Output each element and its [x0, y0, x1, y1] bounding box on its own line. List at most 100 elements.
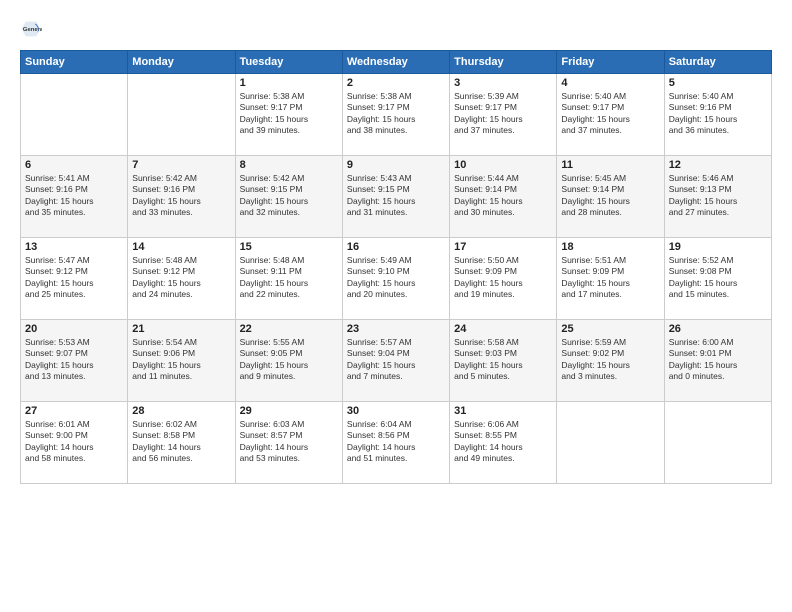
day-info: Sunrise: 5:44 AM Sunset: 9:14 PM Dayligh…	[454, 173, 552, 219]
day-number: 1	[240, 77, 338, 89]
day-number: 10	[454, 159, 552, 171]
day-cell: 24 Sunrise: 5:58 AM Sunset: 9:03 PM Dayli…	[450, 320, 557, 402]
day-info: Sunrise: 6:01 AM Sunset: 9:00 PM Dayligh…	[25, 419, 123, 465]
day-number: 17	[454, 241, 552, 253]
weekday-header-saturday: Saturday	[664, 51, 771, 74]
day-number: 11	[561, 159, 659, 171]
weekday-header-thursday: Thursday	[450, 51, 557, 74]
day-info: Sunrise: 5:55 AM Sunset: 9:05 PM Dayligh…	[240, 337, 338, 383]
day-cell: 11 Sunrise: 5:45 AM Sunset: 9:14 PM Dayli…	[557, 156, 664, 238]
calendar: SundayMondayTuesdayWednesdayThursdayFrid…	[20, 50, 772, 484]
day-number: 19	[669, 241, 767, 253]
day-number: 31	[454, 405, 552, 417]
day-info: Sunrise: 5:39 AM Sunset: 9:17 PM Dayligh…	[454, 91, 552, 137]
day-number: 26	[669, 323, 767, 335]
day-info: Sunrise: 5:41 AM Sunset: 9:16 PM Dayligh…	[25, 173, 123, 219]
weekday-header-monday: Monday	[128, 51, 235, 74]
day-number: 30	[347, 405, 445, 417]
day-cell: 29 Sunrise: 6:03 AM Sunset: 8:57 PM Dayli…	[235, 402, 342, 484]
day-info: Sunrise: 5:53 AM Sunset: 9:07 PM Dayligh…	[25, 337, 123, 383]
day-info: Sunrise: 6:06 AM Sunset: 8:55 PM Dayligh…	[454, 419, 552, 465]
day-number: 8	[240, 159, 338, 171]
day-cell: 6 Sunrise: 5:41 AM Sunset: 9:16 PM Daylig…	[21, 156, 128, 238]
day-cell: 25Sunrise: 5:59 AM Sunset: 9:02 PM Dayli…	[557, 320, 664, 402]
day-info: Sunrise: 5:38 AM Sunset: 9:17 PM Dayligh…	[347, 91, 445, 137]
week-row-1: 1 Sunrise: 5:38 AM Sunset: 9:17 PM Daylig…	[21, 74, 772, 156]
week-row-2: 6 Sunrise: 5:41 AM Sunset: 9:16 PM Daylig…	[21, 156, 772, 238]
day-cell: 28 Sunrise: 6:02 AM Sunset: 8:58 PM Dayli…	[128, 402, 235, 484]
day-cell: 27 Sunrise: 6:01 AM Sunset: 9:00 PM Dayli…	[21, 402, 128, 484]
day-info: Sunrise: 5:50 AM Sunset: 9:09 PM Dayligh…	[454, 255, 552, 301]
day-cell: 17 Sunrise: 5:50 AM Sunset: 9:09 PM Dayli…	[450, 238, 557, 320]
day-info: Sunrise: 6:04 AM Sunset: 8:56 PM Dayligh…	[347, 419, 445, 465]
day-info: Sunrise: 5:46 AM Sunset: 9:13 PM Dayligh…	[669, 173, 767, 219]
day-number: 16	[347, 241, 445, 253]
day-cell	[21, 74, 128, 156]
day-info: Sunrise: 5:54 AM Sunset: 9:06 PM Dayligh…	[132, 337, 230, 383]
day-info: Sunrise: 5:42 AM Sunset: 9:16 PM Dayligh…	[132, 173, 230, 219]
week-row-3: 13 Sunrise: 5:47 AM Sunset: 9:12 PM Dayli…	[21, 238, 772, 320]
day-info: Sunrise: 5:42 AM Sunset: 9:15 PM Dayligh…	[240, 173, 338, 219]
weekday-header-wednesday: Wednesday	[342, 51, 449, 74]
day-cell: 2 Sunrise: 5:38 AM Sunset: 9:17 PM Daylig…	[342, 74, 449, 156]
day-cell: 9 Sunrise: 5:43 AM Sunset: 9:15 PM Daylig…	[342, 156, 449, 238]
day-info: Sunrise: 6:02 AM Sunset: 8:58 PM Dayligh…	[132, 419, 230, 465]
day-cell: 1 Sunrise: 5:38 AM Sunset: 9:17 PM Daylig…	[235, 74, 342, 156]
day-cell: 14Sunrise: 5:48 AM Sunset: 9:12 PM Dayli…	[128, 238, 235, 320]
day-info: Sunrise: 6:00 AM Sunset: 9:01 PM Dayligh…	[669, 337, 767, 383]
day-info: Sunrise: 5:51 AM Sunset: 9:09 PM Dayligh…	[561, 255, 659, 301]
day-info: Sunrise: 5:49 AM Sunset: 9:10 PM Dayligh…	[347, 255, 445, 301]
day-cell	[664, 402, 771, 484]
day-cell: 30 Sunrise: 6:04 AM Sunset: 8:56 PM Dayli…	[342, 402, 449, 484]
day-info: Sunrise: 5:52 AM Sunset: 9:08 PM Dayligh…	[669, 255, 767, 301]
day-cell: 19 Sunrise: 5:52 AM Sunset: 9:08 PM Dayli…	[664, 238, 771, 320]
day-cell: 10 Sunrise: 5:44 AM Sunset: 9:14 PM Dayli…	[450, 156, 557, 238]
day-info: Sunrise: 5:40 AM Sunset: 9:17 PM Dayligh…	[561, 91, 659, 137]
logo: General	[20, 18, 44, 40]
day-info: Sunrise: 5:47 AM Sunset: 9:12 PM Dayligh…	[25, 255, 123, 301]
day-cell: 18 Sunrise: 5:51 AM Sunset: 9:09 PM Dayli…	[557, 238, 664, 320]
day-number: 3	[454, 77, 552, 89]
day-number: 9	[347, 159, 445, 171]
day-info: Sunrise: 5:38 AM Sunset: 9:17 PM Dayligh…	[240, 91, 338, 137]
day-number: 2	[347, 77, 445, 89]
day-cell: 13 Sunrise: 5:47 AM Sunset: 9:12 PM Dayli…	[21, 238, 128, 320]
day-info: Sunrise: 5:58 AM Sunset: 9:03 PM Dayligh…	[454, 337, 552, 383]
day-number: 27	[25, 405, 123, 417]
day-cell: 16 Sunrise: 5:49 AM Sunset: 9:10 PM Dayli…	[342, 238, 449, 320]
day-cell: 4Sunrise: 5:40 AM Sunset: 9:17 PM Daylig…	[557, 74, 664, 156]
day-info: Sunrise: 5:59 AM Sunset: 9:02 PM Dayligh…	[561, 337, 659, 383]
weekday-header-tuesday: Tuesday	[235, 51, 342, 74]
day-info: Sunrise: 5:57 AM Sunset: 9:04 PM Dayligh…	[347, 337, 445, 383]
day-cell: 23 Sunrise: 5:57 AM Sunset: 9:04 PM Dayli…	[342, 320, 449, 402]
day-info: Sunrise: 5:43 AM Sunset: 9:15 PM Dayligh…	[347, 173, 445, 219]
day-cell: 7 Sunrise: 5:42 AM Sunset: 9:16 PM Daylig…	[128, 156, 235, 238]
header: General	[20, 18, 772, 40]
day-cell: 8 Sunrise: 5:42 AM Sunset: 9:15 PM Daylig…	[235, 156, 342, 238]
weekday-header-friday: Friday	[557, 51, 664, 74]
day-number: 28	[132, 405, 230, 417]
day-info: Sunrise: 5:45 AM Sunset: 9:14 PM Dayligh…	[561, 173, 659, 219]
week-row-4: 20 Sunrise: 5:53 AM Sunset: 9:07 PM Dayli…	[21, 320, 772, 402]
day-number: 12	[669, 159, 767, 171]
day-number: 29	[240, 405, 338, 417]
day-cell: 12 Sunrise: 5:46 AM Sunset: 9:13 PM Dayli…	[664, 156, 771, 238]
day-info: Sunrise: 5:40 AM Sunset: 9:16 PM Dayligh…	[669, 91, 767, 137]
day-cell	[557, 402, 664, 484]
day-number: 18	[561, 241, 659, 253]
day-number: 6	[25, 159, 123, 171]
day-info: Sunrise: 5:48 AM Sunset: 9:11 PM Dayligh…	[240, 255, 338, 301]
day-number: 13	[25, 241, 123, 253]
day-cell: 20 Sunrise: 5:53 AM Sunset: 9:07 PM Dayli…	[21, 320, 128, 402]
day-info: Sunrise: 6:03 AM Sunset: 8:57 PM Dayligh…	[240, 419, 338, 465]
day-number: 7	[132, 159, 230, 171]
day-number: 5	[669, 77, 767, 89]
day-cell: 3 Sunrise: 5:39 AM Sunset: 9:17 PM Daylig…	[450, 74, 557, 156]
day-number: 15	[240, 241, 338, 253]
day-number: 24	[454, 323, 552, 335]
day-number: 21	[132, 323, 230, 335]
day-number: 20	[25, 323, 123, 335]
day-number: 23	[347, 323, 445, 335]
day-cell: 31 Sunrise: 6:06 AM Sunset: 8:55 PM Dayli…	[450, 402, 557, 484]
day-number: 22	[240, 323, 338, 335]
